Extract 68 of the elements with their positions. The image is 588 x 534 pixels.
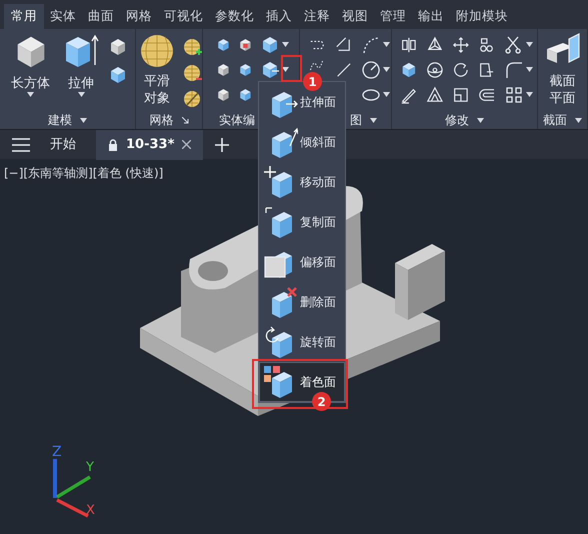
highlight-frame [281, 55, 302, 82]
menu-item[interactable]: 复制面 [259, 202, 345, 242]
caret-icon[interactable] [370, 118, 377, 122]
viewport-label[interactable]: [−][东南等轴测][着色 (快速)] [4, 164, 164, 182]
ribbon-tab[interactable]: 常用 [4, 4, 44, 29]
caret-icon[interactable] [575, 118, 582, 122]
sphere-minus-icon[interactable] [183, 63, 203, 83]
ribbon-tab[interactable]: 参数化 [209, 4, 260, 29]
axis-label: Z [52, 444, 62, 460]
menu-item[interactable]: 倾斜面 [259, 122, 345, 162]
panel-title: 图 [350, 114, 362, 126]
caret-icon[interactable] [477, 118, 484, 122]
ribbon-tab[interactable]: 插入 [260, 4, 298, 29]
menu-item[interactable]: 删除面 [259, 282, 345, 322]
menu-item[interactable]: 移动面 [259, 162, 345, 202]
caret-icon[interactable] [282, 67, 289, 72]
menu-icon[interactable] [12, 138, 30, 152]
launcher-icon[interactable] [182, 116, 188, 124]
caret-icon[interactable] [282, 42, 289, 47]
panel-title: 网格 [150, 114, 174, 126]
ribbon-tab[interactable]: 注释 [298, 4, 336, 29]
ribbon-tab[interactable]: 管理 [374, 4, 412, 29]
caret-icon[interactable] [382, 67, 390, 72]
spline-icon[interactable] [308, 58, 324, 73]
ribbon-large-button[interactable]: 长方体 [7, 29, 54, 97]
file-tab[interactable]: 10-33* [96, 130, 204, 160]
sphere-icon [139, 33, 175, 69]
caret-icon[interactable] [80, 118, 87, 122]
ribbon-large-button[interactable]: 拉伸 [58, 29, 104, 97]
move-icon[interactable] [452, 34, 470, 54]
file-tab[interactable]: 开始 [42, 130, 84, 160]
ribbon-tab[interactable]: 曲面 [82, 4, 120, 29]
ribbon-tab[interactable]: 附加模块 [450, 4, 514, 29]
grid-icon[interactable] [504, 84, 524, 104]
caret-icon[interactable] [78, 92, 84, 97]
caret-icon[interactable] [526, 67, 532, 72]
ribbon-tab[interactable]: 实体 [44, 4, 82, 29]
triangle-icon[interactable] [426, 84, 444, 104]
ribbon-tab[interactable]: 可视化 [158, 4, 209, 29]
sphere-slash-icon[interactable] [183, 89, 203, 109]
ribbon-tab[interactable]: 网格 [120, 4, 158, 29]
caret-icon[interactable] [27, 92, 34, 97]
caret-icon[interactable] [526, 92, 532, 97]
menu-item[interactable]: 偏移面 [259, 242, 345, 282]
box-arrow-icon[interactable] [260, 60, 280, 80]
panel-title: 修改 [445, 114, 469, 126]
caret-icon[interactable] [382, 42, 390, 47]
caret-icon[interactable] [526, 42, 532, 47]
add-tab-icon[interactable] [215, 138, 230, 152]
fillet-icon[interactable] [504, 60, 524, 80]
axis-label: Y [86, 460, 94, 475]
ribbon-tab[interactable]: 输出 [412, 4, 450, 29]
ribbon-large-button[interactable]: 平滑对象 [135, 29, 179, 107]
panel-title: 建模 [48, 114, 72, 126]
box-icon[interactable] [108, 65, 128, 85]
menu-item[interactable]: 旋转面 [259, 322, 345, 362]
caret-icon[interactable] [382, 92, 390, 97]
scissors-icon[interactable] [504, 34, 524, 54]
panel-title: 截面 [543, 114, 567, 126]
panel-title: 实体编 [219, 114, 255, 126]
box-icon[interactable] [108, 37, 128, 57]
close-icon[interactable] [182, 140, 192, 149]
ribbon-tab[interactable]: 视图 [336, 4, 374, 29]
axis-label: X [86, 503, 95, 518]
arc-icon[interactable] [360, 34, 380, 54]
sphere-plus-icon[interactable] [183, 37, 203, 57]
ribbon-large-button[interactable]: 截面平面 [538, 29, 586, 107]
box-icon[interactable] [260, 34, 280, 54]
